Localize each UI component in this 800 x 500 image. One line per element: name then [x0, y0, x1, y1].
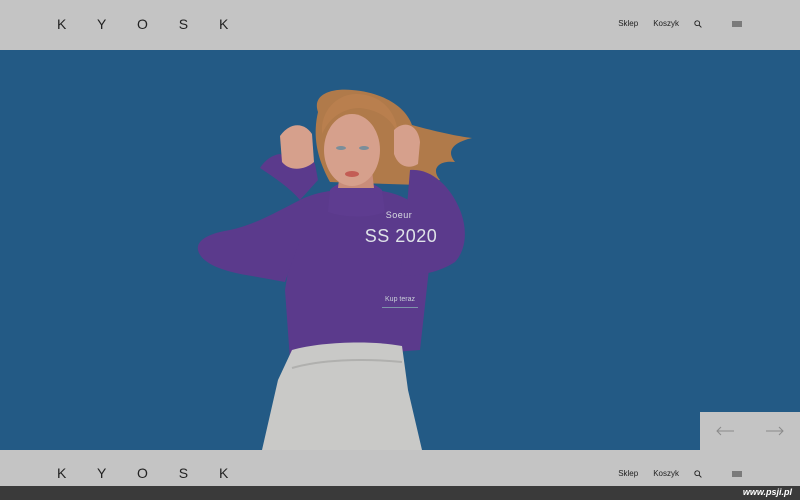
- footer-strip: [0, 486, 800, 500]
- hero-banner: Soeur SS 2020 Kup teraz: [0, 50, 800, 450]
- top-header: K Y O S K Sklep Koszyk: [0, 0, 800, 50]
- main-nav: Sklep Koszyk: [618, 19, 743, 28]
- arrow-right-icon: [766, 426, 784, 436]
- hero-model-image: [197, 89, 472, 450]
- slider-next-button[interactable]: [750, 412, 800, 450]
- nav-shop-link[interactable]: Sklep: [618, 469, 638, 478]
- page: K Y O S K Sklep Koszyk Soeur SS 2020 Kup…: [0, 0, 800, 500]
- cta-underline: [382, 307, 418, 308]
- shop-now-link[interactable]: Kup teraz: [380, 296, 420, 303]
- nav-shop-link[interactable]: Sklep: [618, 19, 638, 28]
- search-icon[interactable]: [694, 19, 702, 28]
- logo-sticky[interactable]: K Y O S K: [57, 465, 242, 481]
- logo[interactable]: K Y O S K: [57, 16, 242, 32]
- watermark: www.psji.pl: [742, 487, 792, 497]
- hero-collection-label: Soeur: [385, 210, 413, 220]
- sticky-header: K Y O S K Sklep Koszyk: [0, 450, 800, 486]
- arrow-left-icon: [716, 426, 734, 436]
- slider-controls: [700, 412, 800, 450]
- nav-cart-link[interactable]: Koszyk: [653, 19, 679, 28]
- hamburger-menu-icon[interactable]: [731, 20, 743, 28]
- sticky-nav: Sklep Koszyk: [618, 469, 743, 478]
- slider-prev-button[interactable]: [700, 412, 750, 450]
- nav-cart-link[interactable]: Koszyk: [653, 469, 679, 478]
- search-icon[interactable]: [694, 469, 702, 478]
- hero-season-title: SS 2020: [364, 226, 438, 246]
- hamburger-menu-icon[interactable]: [731, 470, 743, 478]
